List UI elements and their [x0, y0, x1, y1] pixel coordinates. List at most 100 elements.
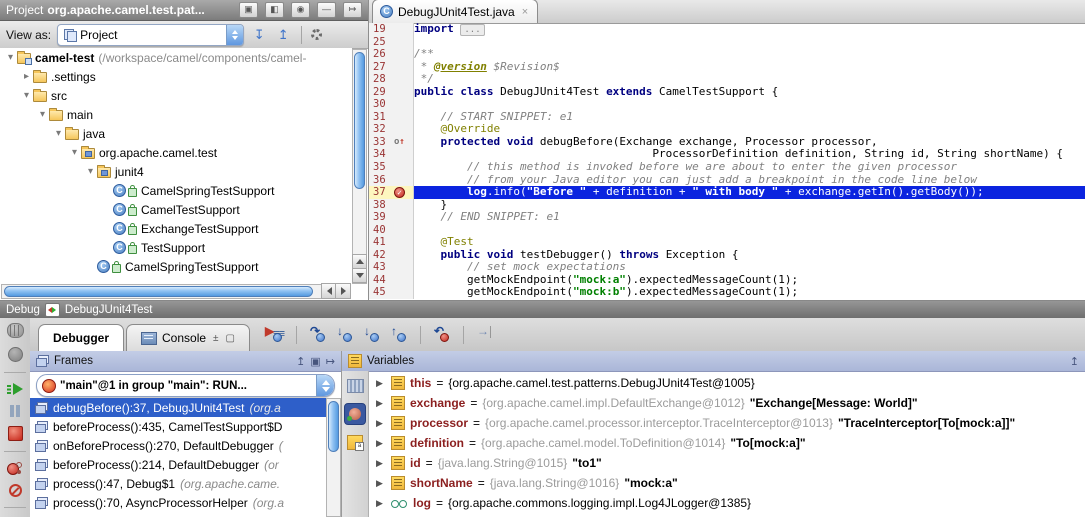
variable-row-this[interactable]: ▶this = {org.apache.camel.test.patterns.… [368, 373, 1085, 393]
expand-icon[interactable]: ▶ [376, 478, 386, 489]
thread-select[interactable]: "main"@1 in group "main": RUN... [36, 374, 335, 397]
frame-row[interactable]: beforeProcess():435, CamelTestSupport$D [30, 417, 328, 436]
pin-window-icon[interactable]: ◉ [291, 2, 310, 18]
tree-item-exchangetestsupport[interactable]: ExchangeTestSupport [0, 219, 352, 238]
dock-window-icon[interactable]: ◧ [265, 2, 284, 18]
variable-row-log[interactable]: ▶log = {org.apache.commons.logging.impl.… [368, 493, 1085, 513]
code-line-45[interactable]: 45 getMockEndpoint("mock:b").expectedMes… [369, 286, 1085, 299]
close-tab-icon[interactable]: × [522, 6, 528, 18]
view-breakpoints-icon[interactable] [7, 462, 23, 475]
frames-float-icon[interactable]: ▣ [310, 355, 320, 368]
tree-item-junit4[interactable]: ▾junit4 [0, 162, 352, 181]
tree-item-main[interactable]: ▾main [0, 105, 352, 124]
console-export-icon[interactable]: ± [213, 333, 219, 344]
view-as-select[interactable]: Project [57, 24, 244, 46]
auto-variables-icon[interactable] [347, 435, 363, 450]
gutter-cell[interactable]: 26 [369, 48, 414, 61]
pause-program-icon[interactable] [10, 405, 20, 417]
expand-icon[interactable]: ▶ [376, 398, 386, 409]
thread-stepper[interactable] [316, 375, 334, 396]
tree-item-testsupport[interactable]: TestSupport [0, 238, 352, 257]
gutter-cell[interactable]: 32 [369, 123, 414, 136]
console-float-icon[interactable]: ▢ [226, 333, 235, 344]
code-area[interactable]: 19import ...2526/**27 * @version $Revisi… [369, 23, 1085, 300]
scroll-down-icon[interactable] [352, 268, 367, 283]
tree-vertical-scrollbar[interactable] [352, 49, 367, 284]
project-tree[interactable]: ▾camel-test(/workspace/camel/components/… [0, 48, 352, 284]
variable-row-exchange[interactable]: ▶exchange = {org.apache.camel.impl.Defau… [368, 393, 1085, 413]
gutter-cell[interactable]: 28 [369, 73, 414, 86]
frames-scroll-thumb[interactable] [328, 401, 339, 452]
scroll-up-icon[interactable] [352, 254, 367, 269]
gutter-cell[interactable]: 42 [369, 249, 414, 262]
tab-console[interactable]: Console ± ▢ [126, 324, 250, 351]
gutter-cell[interactable]: 29 [369, 86, 414, 99]
tree-item-cameltestsupport[interactable]: CamelTestSupport [0, 200, 352, 219]
tree-expander-icon[interactable]: ▾ [20, 90, 33, 101]
expand-icon[interactable]: ▶ [376, 498, 386, 509]
code-line-29[interactable]: 29public class DebugJUnit4Test extends C… [369, 86, 1085, 99]
gutter-cell[interactable]: 35 [369, 161, 414, 174]
select-stepper[interactable] [226, 25, 243, 45]
force-step-into-icon[interactable]: ↓ [363, 326, 381, 343]
code-line-40[interactable]: 40 [369, 224, 1085, 237]
tree-item-src[interactable]: ▾src [0, 86, 352, 105]
variable-row-processor[interactable]: ▶processor = {org.apache.camel.processor… [368, 413, 1085, 433]
run-to-cursor-icon[interactable]: → [476, 326, 494, 343]
variable-row-definition[interactable]: ▶definition = {org.apache.camel.model.To… [368, 433, 1085, 453]
variable-row-id[interactable]: ▶id = {java.lang.String@1015}"to1" [368, 453, 1085, 473]
frames-view-tab-active[interactable] [344, 403, 366, 425]
gutter-cell[interactable]: 44 [369, 274, 414, 287]
expand-all-icon[interactable]: ↧ [250, 27, 268, 43]
threads-view-icon[interactable] [347, 379, 364, 393]
gutter-cell[interactable]: 36 [369, 174, 414, 187]
pop-frame-icon[interactable]: ↶ [433, 326, 451, 343]
variable-row-shortname[interactable]: ▶shortName = {java.lang.String@1016}"moc… [368, 473, 1085, 493]
expand-icon[interactable]: ▶ [376, 458, 386, 469]
gutter-cell[interactable]: 37 [369, 186, 414, 199]
gutter-cell[interactable]: 45 [369, 286, 414, 299]
frames-dock-icon[interactable]: ↦ [326, 355, 335, 368]
frame-row[interactable]: onBeforeProcess():270, DefaultDebugger ( [30, 436, 328, 455]
tree-expander-icon[interactable]: ▾ [52, 128, 65, 139]
code-line-39[interactable]: 39 // END SNIPPET: e1 [369, 211, 1085, 224]
code-line-19[interactable]: 19import ... [369, 23, 1085, 36]
rerun-debug-icon[interactable] [7, 323, 24, 338]
step-over-icon[interactable]: ↷ [309, 326, 327, 343]
stop-icon[interactable] [8, 426, 23, 441]
tree-item-camelspringtestsupport[interactable]: CamelSpringTestSupport [0, 181, 352, 200]
expand-icon[interactable]: ▶ [376, 378, 386, 389]
debug-session-icon[interactable] [8, 347, 23, 362]
step-into-icon[interactable]: ↓ [336, 326, 354, 343]
variables-minimize-icon[interactable]: ↥ [1070, 355, 1079, 368]
tree-item-org-apache-camel-test[interactable]: ▾org.apache.camel.test [0, 143, 352, 162]
breakpoint-icon[interactable] [394, 187, 405, 198]
gutter-cell[interactable]: 31 [369, 111, 414, 124]
expand-icon[interactable]: ▶ [376, 418, 386, 429]
tree-item-java[interactable]: ▾java [0, 124, 352, 143]
tab-debugger[interactable]: Debugger [38, 324, 124, 351]
frames-minimize-icon[interactable]: ↥ [296, 355, 305, 368]
tree-expander-icon[interactable]: ▾ [36, 109, 49, 120]
show-execution-point-icon[interactable]: ▶≡≡ [264, 326, 284, 343]
gutter-cell[interactable]: 34 [369, 148, 414, 161]
frame-row[interactable]: process():47, Debug$1 (org.apache.came. [30, 474, 328, 493]
tree-expander-icon[interactable]: ▾ [68, 147, 81, 158]
editor-tab-debugjunit4test[interactable]: DebugJUnit4Test.java × [372, 0, 538, 23]
minimize-window-icon[interactable]: — [317, 2, 336, 18]
tree-item-settings[interactable]: ▸.settings [0, 67, 352, 86]
frame-list[interactable]: debugBefore():37, DebugJUnit4Test (org.a… [30, 398, 328, 517]
frame-row[interactable]: debugBefore():37, DebugJUnit4Test (org.a [30, 398, 328, 417]
code-line-25[interactable]: 25 [369, 36, 1085, 49]
mute-breakpoints-icon[interactable] [9, 484, 22, 497]
gutter-cell[interactable]: 41 [369, 236, 414, 249]
override-marker-icon[interactable] [394, 136, 405, 149]
tree-expander-icon[interactable]: ▸ [20, 71, 33, 82]
tree-expander-icon[interactable]: ▾ [4, 52, 17, 63]
frames-scrollbar[interactable] [326, 398, 341, 517]
gutter-cell[interactable]: 38 [369, 199, 414, 212]
gutter-cell[interactable]: 33 [369, 136, 414, 149]
expand-icon[interactable]: ▶ [376, 438, 386, 449]
tree-hscroll-thumb[interactable] [4, 286, 313, 297]
gutter-cell[interactable]: 30 [369, 98, 414, 111]
